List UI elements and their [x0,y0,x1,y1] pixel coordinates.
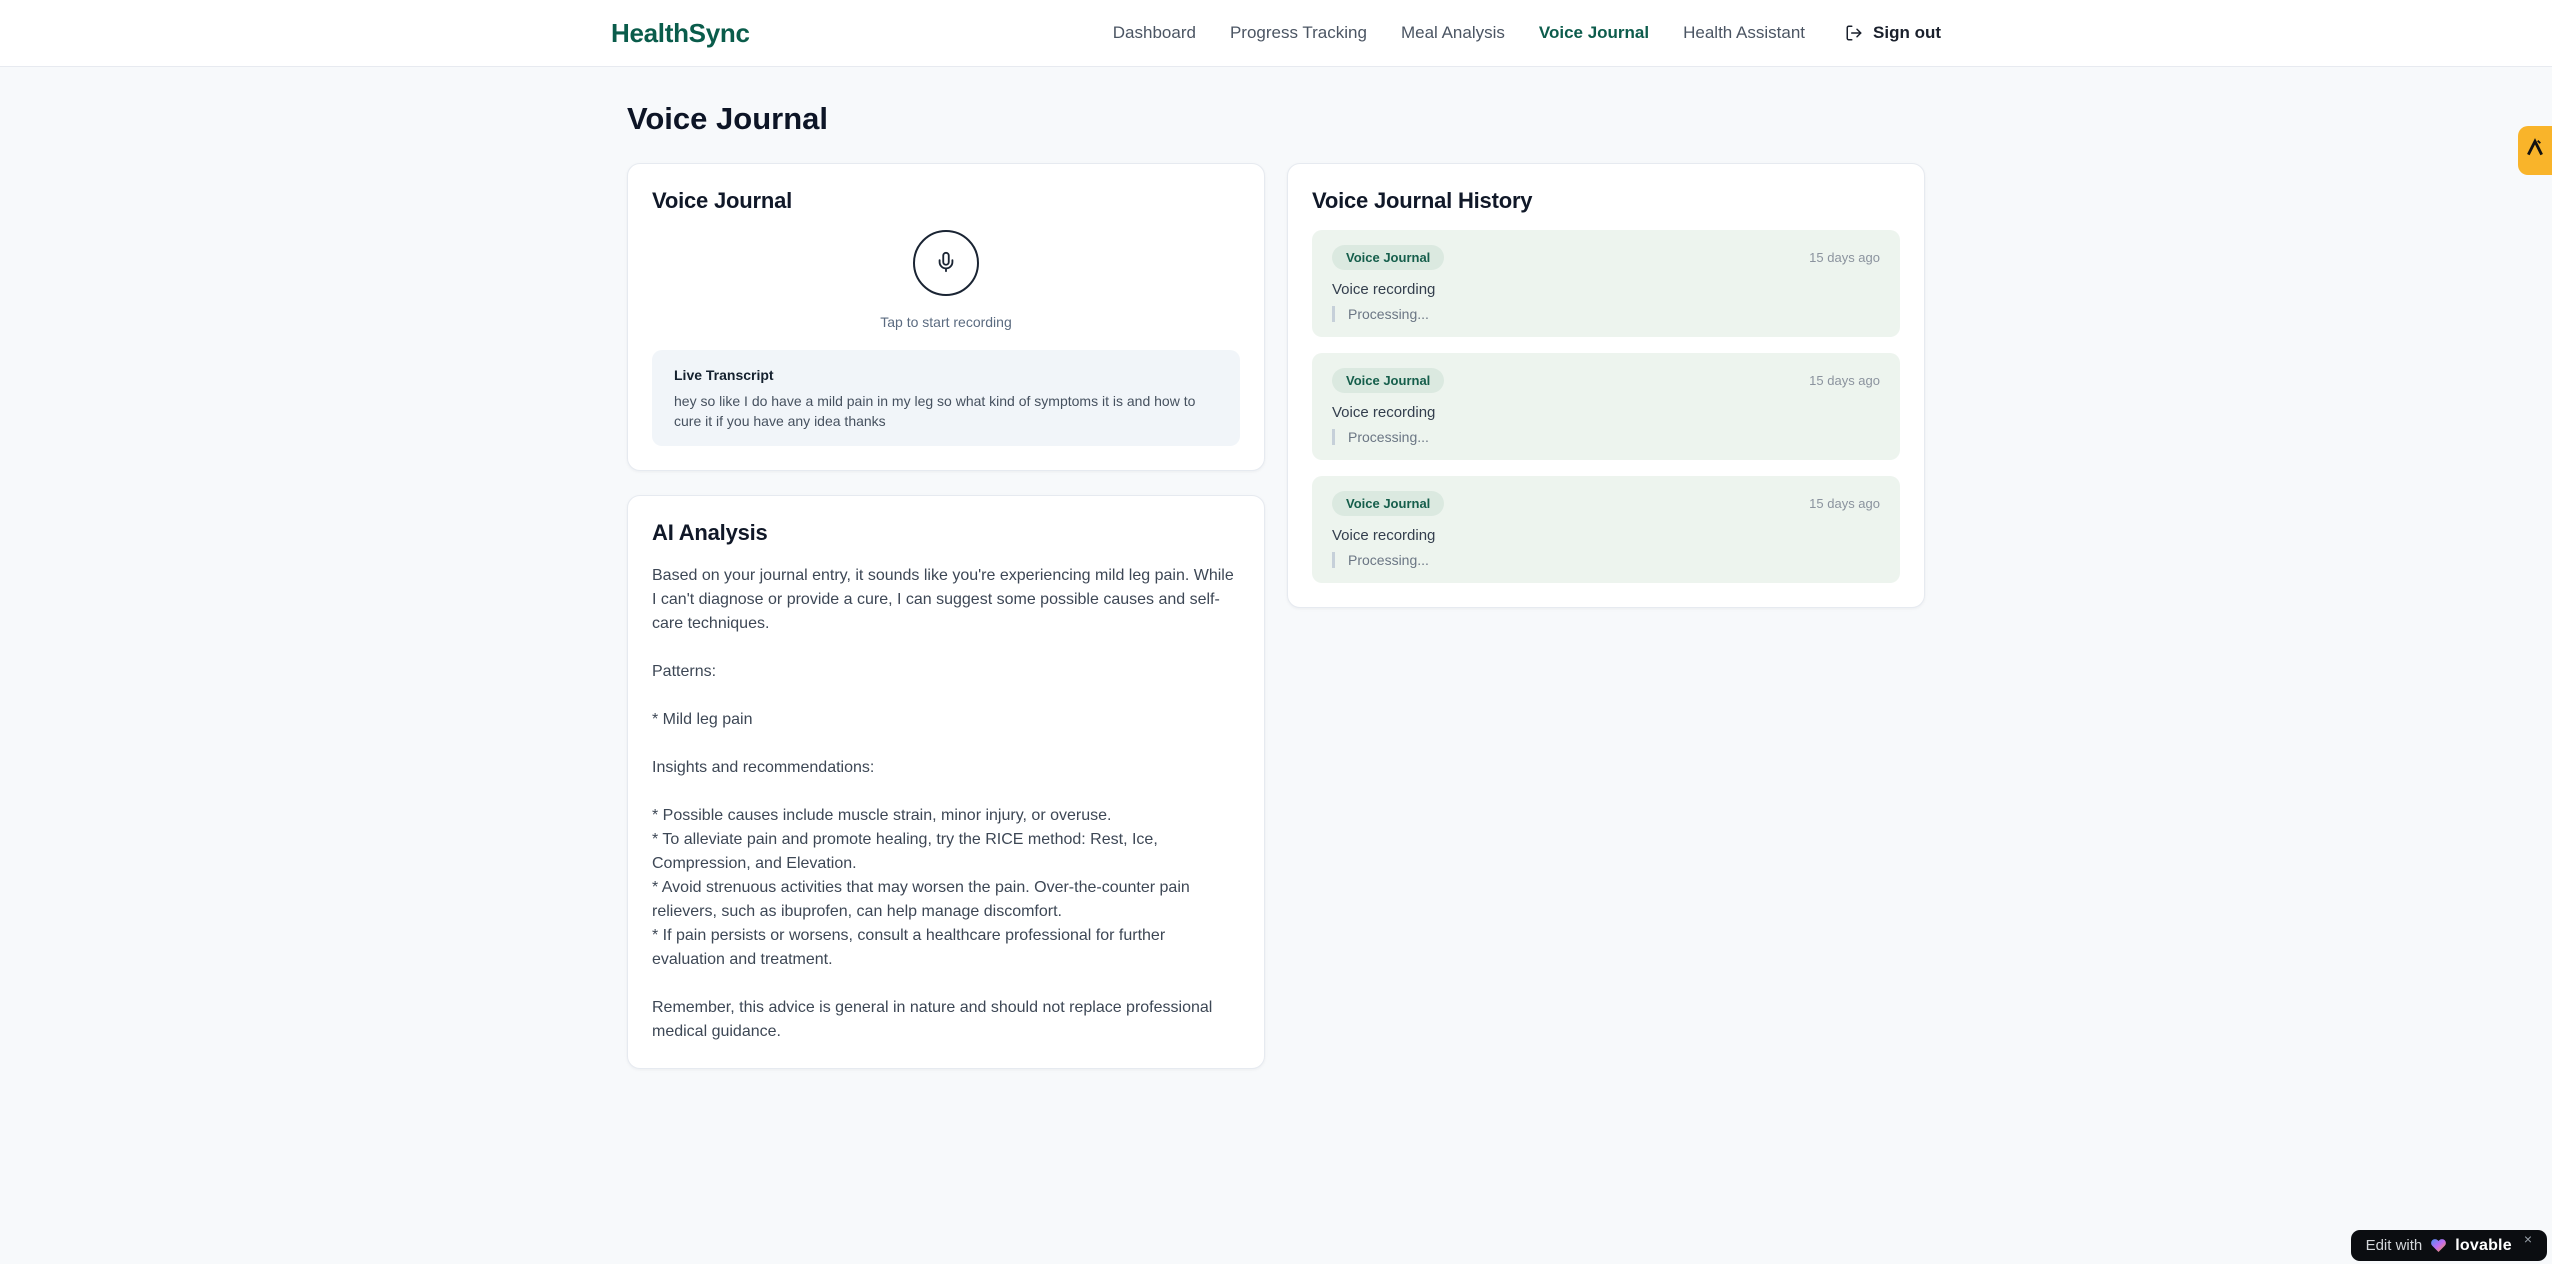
history-item-status: Processing... [1332,429,1880,445]
main-content: Voice Journal Voice Journal Tap to start… [627,67,1925,1069]
history-item-header: Voice Journal 15 days ago [1332,491,1880,516]
recorder-card: Voice Journal Tap to start recording Liv… [627,163,1265,471]
history-item-time: 15 days ago [1809,250,1880,265]
ai-analysis-card: AI Analysis Based on your journal entry,… [627,495,1265,1069]
header-shell: HealthSync Dashboard Progress Tracking M… [611,18,1941,49]
sign-out-button[interactable]: Sign out [1845,23,1941,43]
main-nav: Dashboard Progress Tracking Meal Analysi… [1113,23,1941,43]
history-item-time: 15 days ago [1809,496,1880,511]
edit-with-lovable-badge[interactable]: Edit with lovable × [2350,1230,2547,1261]
edit-with-label: Edit with [2365,1237,2423,1254]
record-button[interactable] [913,230,979,296]
ai-analysis-title: AI Analysis [652,520,768,545]
nav-voice-journal[interactable]: Voice Journal [1539,23,1649,43]
history-item-badge: Voice Journal [1332,245,1445,270]
live-transcript-text: hey so like I do have a mild pain in my … [674,393,1196,429]
nav-meal-analysis[interactable]: Meal Analysis [1401,23,1505,43]
nav-progress-tracking[interactable]: Progress Tracking [1230,23,1367,43]
history-item[interactable]: Voice Journal 15 days ago Voice recordin… [1312,230,1900,337]
history-list: Voice Journal 15 days ago Voice recordin… [1312,230,1900,583]
nav-dashboard[interactable]: Dashboard [1113,23,1196,43]
history-item[interactable]: Voice Journal 15 days ago Voice recordin… [1312,353,1900,460]
page-title: Voice Journal [627,101,828,136]
brand-logo[interactable]: HealthSync [611,18,750,49]
badge-close-icon[interactable]: × [2524,1231,2532,1247]
live-transcript-title: Live Transcript [674,367,774,383]
history-item-status: Processing... [1332,552,1880,568]
recorder-card-title: Voice Journal [652,188,793,213]
live-transcript-box: Live Transcript hey so like I do have a … [652,350,1240,446]
ai-analysis-body: Based on your journal entry, it sounds l… [652,567,1234,1040]
lovable-wordmark: lovable [2455,1236,2512,1254]
history-item-status: Processing... [1332,306,1880,322]
sign-out-label: Sign out [1873,23,1941,42]
history-item-label: Voice recording [1332,404,1436,421]
history-item-badge: Voice Journal [1332,491,1445,516]
history-item-header: Voice Journal 15 days ago [1332,368,1880,393]
microphone-icon [935,251,957,276]
content-grid: Voice Journal Tap to start recording Liv… [627,163,1925,1069]
anima-side-tab[interactable] [2518,126,2552,175]
history-item-label: Voice recording [1332,527,1436,544]
history-item-time: 15 days ago [1809,373,1880,388]
history-card-title: Voice Journal History [1312,188,1533,213]
history-item[interactable]: Voice Journal 15 days ago Voice recordin… [1312,476,1900,583]
left-column: Voice Journal Tap to start recording Liv… [627,163,1265,1069]
history-item-header: Voice Journal 15 days ago [1332,245,1880,270]
nav-health-assistant[interactable]: Health Assistant [1683,23,1805,43]
app-header: HealthSync Dashboard Progress Tracking M… [0,0,2552,67]
right-column: Voice Journal History Voice Journal 15 d… [1287,163,1925,608]
mic-zone: Tap to start recording [652,230,1240,332]
anima-logo-icon [2525,138,2545,163]
history-item-label: Voice recording [1332,281,1436,298]
history-item-badge: Voice Journal [1332,368,1445,393]
history-card: Voice Journal History Voice Journal 15 d… [1287,163,1925,608]
logout-icon [1845,24,1863,42]
lovable-heart-icon [2430,1237,2447,1254]
record-hint: Tap to start recording [880,314,1012,330]
